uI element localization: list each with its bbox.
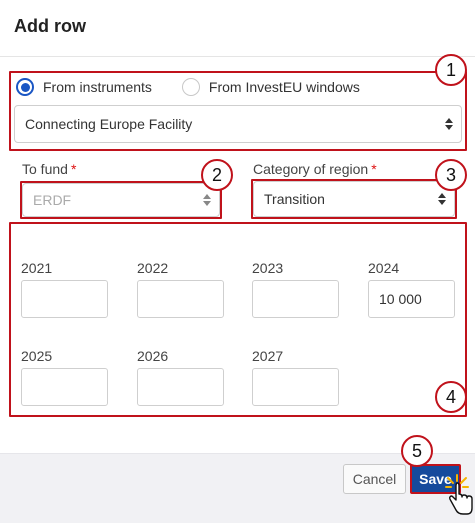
year-label-2027: 2027	[252, 348, 284, 364]
callout-badge-4: 4	[435, 381, 467, 413]
required-mark: *	[371, 161, 377, 177]
year-input-2027[interactable]	[252, 368, 339, 406]
radio-from-instruments[interactable]: From instruments	[16, 78, 152, 96]
callout-badge-1: 1	[435, 54, 467, 86]
instrument-select[interactable]: Connecting Europe Facility	[14, 105, 462, 143]
to-fund-select[interactable]: ERDF	[22, 183, 220, 217]
callout-badge-3: 3	[435, 159, 467, 191]
sort-arrows-icon	[203, 194, 211, 206]
instrument-select-value: Connecting Europe Facility	[25, 116, 193, 132]
year-input-2025[interactable]	[21, 368, 108, 406]
year-label-2023: 2023	[252, 260, 284, 276]
hand-pointer-icon	[445, 474, 473, 515]
radio-label-instruments: From instruments	[43, 79, 152, 95]
year-input-2022[interactable]	[137, 280, 224, 318]
year-label-2022: 2022	[137, 260, 169, 276]
year-input-2024[interactable]	[368, 280, 455, 318]
year-label-2026: 2026	[137, 348, 169, 364]
radio-checked-icon[interactable]	[16, 78, 34, 96]
sort-arrows-icon	[438, 193, 446, 205]
callout-badge-2: 2	[201, 159, 233, 191]
radio-unchecked-icon[interactable]	[181, 78, 200, 96]
required-mark: *	[70, 161, 77, 177]
year-label-2024: 2024	[368, 260, 400, 276]
to-fund-select-value: ERDF	[33, 192, 72, 208]
source-radio-group: From instruments From InvestEU windows	[16, 78, 360, 96]
year-label-2021: 2021	[21, 260, 53, 276]
radio-from-investeu[interactable]: From InvestEU windows	[181, 78, 360, 96]
category-select-value: Transition	[264, 191, 325, 207]
cancel-button[interactable]: Cancel	[343, 464, 406, 494]
year-input-2023[interactable]	[252, 280, 339, 318]
radio-label-investeu: From InvestEU windows	[208, 79, 360, 95]
to-fund-label: To fund *	[22, 161, 77, 177]
year-label-2025: 2025	[21, 348, 53, 364]
category-label: Category of region *	[253, 161, 377, 177]
sort-arrows-icon	[445, 118, 453, 130]
dialog-title: Add row	[14, 16, 86, 36]
callout-badge-5: 5	[401, 435, 433, 467]
title-divider	[0, 56, 475, 57]
year-input-2021[interactable]	[21, 280, 108, 318]
year-input-2026[interactable]	[137, 368, 224, 406]
category-select[interactable]: Transition	[253, 181, 455, 217]
